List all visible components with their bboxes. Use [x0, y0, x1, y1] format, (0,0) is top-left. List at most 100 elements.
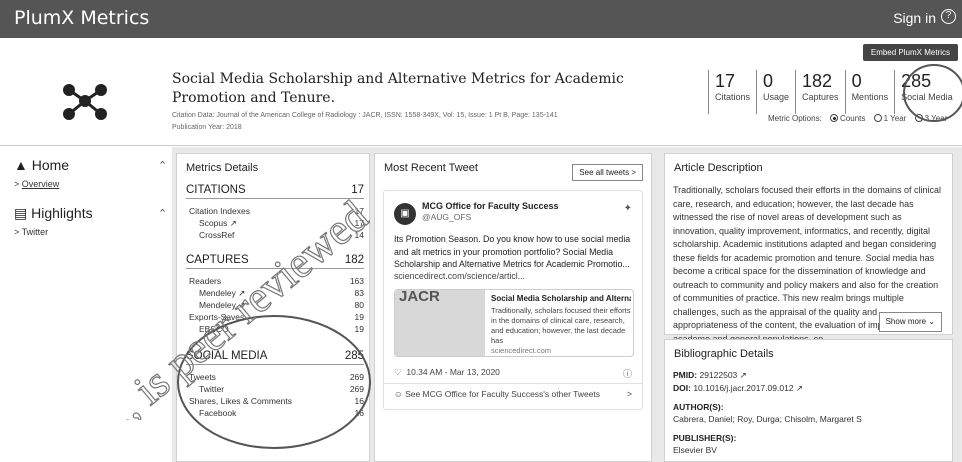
sub-bar: Embed PlumX Metrics	[0, 38, 962, 64]
article-title: Social Media Scholarship and Alternative…	[172, 70, 672, 108]
section-label: CITATIONS	[186, 184, 246, 196]
avatar[interactable]: ▣	[394, 203, 416, 225]
card-title: Bibliographic Details	[674, 348, 774, 360]
tweet-time[interactable]: 10.34 AM - Mar 13, 2020	[406, 367, 500, 377]
metric-row: Twitter 269	[199, 384, 364, 394]
embed-button[interactable]: Embed PlumX Metrics	[862, 44, 958, 61]
pmid-link[interactable]: 29122503 ↗	[699, 370, 746, 380]
publication-year: Publication Year: 2018	[172, 124, 242, 131]
stat-label: Citations	[715, 92, 751, 102]
sidebar-item-label: Twitter	[21, 227, 49, 237]
metric-row: Exports-Saves 19	[189, 312, 364, 322]
stat-captures[interactable]: 182 Captures	[795, 70, 845, 114]
article-title-line: Promotion and Tenure.	[172, 90, 336, 106]
citations-section[interactable]: CITATIONS 17	[186, 184, 364, 199]
tweet-link[interactable]: sciencedirect.com/science/articl...	[394, 271, 525, 281]
tweet-handle[interactable]: @AUG_OFS	[422, 212, 471, 222]
show-more-button[interactable]: Show more ⌄	[878, 312, 942, 332]
sidebar-item-overview[interactable]: > Overview	[14, 179, 59, 189]
tweet-author[interactable]: MCG Office for Faculty Success	[422, 201, 559, 211]
publisher-label: PUBLISHER(S):	[673, 433, 737, 443]
chevron-up-icon[interactable]: ⌃	[158, 159, 167, 172]
divider	[384, 383, 642, 384]
stat-social-media[interactable]: 285 Social Media	[894, 70, 959, 114]
top-bar: PlumX Metrics Sign in ?	[0, 0, 962, 38]
section-value: 17	[351, 184, 364, 196]
metric-row-link[interactable]: Mendeley ↗ 83	[199, 288, 364, 299]
chevron-right-icon[interactable]: >	[627, 389, 632, 399]
heart-icon[interactable]: ♡	[394, 367, 402, 377]
button-label: See all tweets	[579, 168, 630, 177]
see-more-tweets-link[interactable]: ☺ See MCG Office for Faculty Success's o…	[394, 389, 600, 399]
radio-counts[interactable]	[830, 114, 839, 122]
recent-tweet-card: Most Recent Tweet See all tweets > ▣ MCG…	[374, 153, 652, 462]
metric-row: Facebook 16	[199, 408, 364, 418]
brand-title[interactable]: PlumX Metrics	[14, 7, 149, 29]
doi-link[interactable]: 10.1016/j.jacr.2017.09.012 ↗	[693, 383, 803, 393]
sidebar-item-twitter[interactable]: > Twitter	[14, 227, 48, 237]
sidebar: ▲ Home ⌃ > Overview ▤ Highlights ⌃ > Twi…	[0, 147, 172, 462]
captures-section[interactable]: CAPTURES 182	[186, 254, 364, 269]
publisher-value: Elsevier BV	[673, 445, 717, 455]
card-title: Article Description	[674, 162, 763, 174]
article-title-line: Social Media Scholarship and Alternative…	[172, 71, 624, 87]
chevron-up-icon[interactable]: ⌃	[158, 207, 167, 220]
tweet-text: Its Promotion Season. Do you know how to…	[394, 234, 631, 269]
pmid-row: PMID: 29122503 ↗	[673, 370, 747, 380]
preview-text: Traditionally, scholars focused their ef…	[491, 306, 631, 345]
radio-label: Counts	[840, 114, 866, 123]
metric-row-link[interactable]: Scopus ↗ 17	[199, 218, 364, 229]
stat-label: Social Media	[901, 92, 953, 102]
tweet-embed[interactable]: ▣ MCG Office for Faculty Success @AUG_OF…	[383, 190, 643, 410]
article-header: Social Media Scholarship and Alternative…	[0, 64, 962, 146]
section-label: SOCIAL MEDIA	[186, 350, 268, 362]
doi-row: DOI: 10.1016/j.jacr.2017.09.012 ↗	[673, 383, 804, 393]
stat-usage[interactable]: 0 Usage	[756, 70, 795, 114]
stat-label: Mentions	[851, 92, 889, 102]
radio-3-year[interactable]	[914, 114, 923, 122]
sidebar-item-label: Highlights	[31, 205, 93, 221]
social-media-section[interactable]: SOCIAL MEDIA 285	[186, 350, 364, 365]
stat-number: 0	[763, 71, 774, 91]
radio-1-year[interactable]	[873, 114, 882, 122]
sidebar-item-home[interactable]: ▲ Home	[14, 157, 69, 173]
help-icon[interactable]: ?	[941, 9, 956, 24]
chevron-right-icon: >	[631, 168, 636, 177]
plumx-logo-icon	[63, 84, 107, 120]
radio-label: 3 Year	[924, 114, 948, 123]
chevron-down-icon: ⌄	[928, 317, 935, 326]
radio-label: 1 Year	[883, 114, 907, 123]
article-description-card: Article Description Traditionally, schol…	[664, 153, 953, 344]
stat-number: 285	[901, 71, 932, 91]
stat-number: 182	[802, 71, 833, 91]
authors-label: AUTHOR(S):	[673, 402, 724, 412]
metric-row: CrossRef 14	[199, 230, 364, 240]
citation-data: Citation Data: Journal of the American C…	[172, 112, 558, 119]
stat-number: 17	[715, 71, 736, 91]
button-label: Show more	[885, 317, 927, 326]
metric-row: Readers 163	[189, 276, 364, 286]
metric-row: EBSCO 19	[199, 324, 364, 334]
sign-in-link[interactable]: Sign in	[893, 10, 936, 26]
user-icon: ☺	[394, 389, 403, 399]
info-icon[interactable]: ⓘ	[623, 367, 632, 380]
stat-mentions[interactable]: 0 Mentions	[844, 70, 895, 114]
link-preview-card[interactable]: JACR Social Media Scholarship and Altern…	[394, 289, 634, 357]
metric-row: Citation Indexes 17	[189, 206, 364, 216]
metric-options: Metric Options: Counts 1 Year 3 Year	[768, 114, 947, 123]
sidebar-item-label: Overview	[21, 179, 60, 189]
sidebar-item-highlights[interactable]: ▤ Highlights	[14, 205, 93, 222]
stat-citations[interactable]: 17 Citations	[708, 70, 756, 114]
metric-row-link[interactable]: Mendeley ↗ 80	[199, 300, 364, 311]
section-label: CAPTURES	[186, 254, 249, 266]
preview-title: Social Media Scholarship and Alternative…	[491, 294, 631, 303]
metric-row: Tweets 269	[189, 372, 364, 382]
preview-domain: sciencedirect.com	[491, 346, 552, 355]
sidebar-item-label: Home	[31, 157, 70, 173]
metric-options-label: Metric Options:	[768, 114, 822, 123]
link-label: See MCG Office for Faculty Success's oth…	[405, 389, 601, 399]
section-value: 285	[344, 350, 364, 362]
card-title: Metrics Details	[186, 162, 259, 174]
see-all-tweets-button[interactable]: See all tweets >	[572, 164, 643, 181]
bibliographic-details-card: Bibliographic Details PMID: 29122503 ↗ D…	[664, 339, 953, 462]
